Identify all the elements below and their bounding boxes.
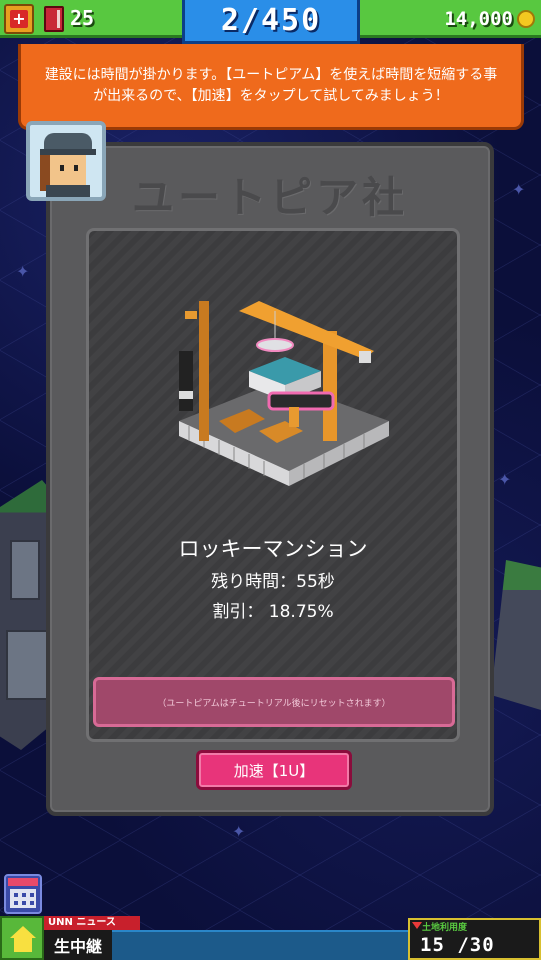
remaining-time: 残り時間：55秒	[211, 572, 335, 592]
reset-notice-text: （ユートピアムはチュートリアル後にリセットされます）	[157, 698, 391, 709]
construction-info-box: ロッキーマンション 残り時間：55秒 割引： 18.75% （ユートピアムはチュ…	[86, 228, 460, 742]
building-name: ロッキーマンション	[178, 537, 368, 561]
calendar-icon[interactable]	[4, 874, 42, 914]
discount-rate: 割引： 18.75%	[212, 602, 334, 622]
news-ticker[interactable]	[112, 930, 412, 960]
top-status-bar: + 25 2/450 14,000	[0, 0, 541, 44]
reset-notice: （ユートピアムはチュートリアル後にリセットされます）	[93, 677, 455, 727]
bottom-bar: UNN ニュース 生中継 土地利用度 15 /30	[0, 916, 541, 960]
resources-left-panel: + 25	[0, 0, 182, 38]
star-decoration: ✦	[232, 822, 246, 841]
speed-up-button[interactable]: 加速【1U】	[196, 750, 352, 790]
news-label: UNN ニュース	[44, 916, 140, 930]
land-usage-label: 土地利用度	[422, 923, 468, 933]
avatar[interactable]	[26, 121, 106, 201]
add-button[interactable]: +	[4, 4, 34, 34]
money-panel: 14,000	[360, 0, 541, 38]
book-count: 25	[70, 6, 95, 30]
money-count: 14,000	[444, 8, 513, 30]
population-panel[interactable]: 2/450	[182, 0, 360, 44]
land-usage-panel[interactable]: 土地利用度 15 /30	[408, 918, 541, 960]
company-name: ユートピア社	[131, 173, 408, 222]
land-usage-value: 15 /30	[420, 934, 495, 956]
news-live-button[interactable]: 生中継	[44, 930, 112, 960]
tutorial-banner: 建設には時間が掛かります。【ユートピアム】を使えば時間を短縮する事が出来るので、…	[18, 44, 524, 130]
tutorial-message: 建設には時間が掛かります。【ユートピアム】を使えば時間を短縮する事が出来るので、…	[44, 66, 498, 104]
star-decoration: ✦	[16, 262, 30, 281]
star-decoration: ✦	[498, 470, 512, 489]
construction-site-illustration	[179, 301, 389, 486]
coin-icon	[517, 10, 535, 28]
construction-panel: ユートピア社 ロッキーマンション 残り時間：55秒 割引： 18.75% （ユー…	[46, 142, 494, 816]
plus-icon: +	[10, 10, 28, 28]
book-icon	[44, 6, 64, 32]
star-decoration: ✦	[512, 180, 526, 199]
down-arrow-icon	[412, 922, 422, 929]
home-icon[interactable]	[0, 916, 44, 960]
population-count: 2/450	[220, 3, 322, 38]
